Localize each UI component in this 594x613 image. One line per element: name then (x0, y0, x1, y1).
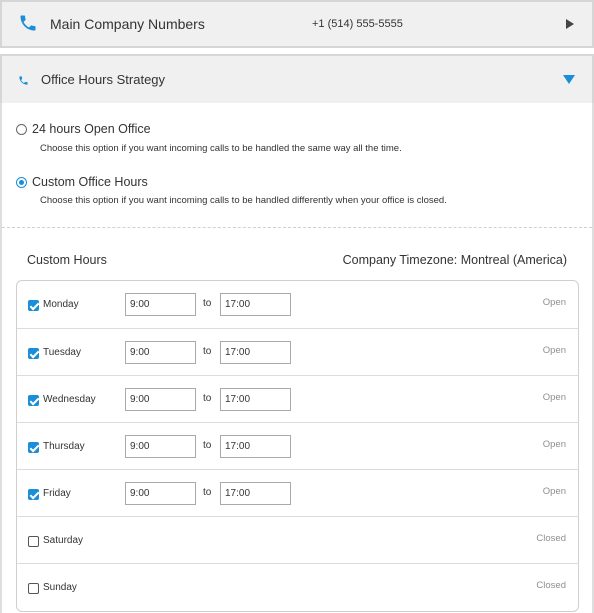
custom-hours-table: Monday to Open Tuesday to Open Wednesday… (16, 280, 579, 612)
day-row-sunday: Sunday Closed (17, 563, 578, 610)
arrow-down-icon[interactable] (563, 75, 575, 84)
monday-checkbox[interactable] (28, 300, 39, 311)
option-24-hours-label: 24 hours Open Office (32, 122, 151, 136)
to-label: to (203, 440, 212, 451)
monday-from-input[interactable] (125, 293, 196, 316)
main-company-number: +1 (514) 555-5555 (312, 18, 403, 30)
day-row-friday: Friday to Open (17, 469, 578, 516)
day-row-thursday: Thursday to Open (17, 422, 578, 469)
status-label: Closed (536, 533, 566, 544)
status-label: Open (542, 345, 566, 356)
saturday-checkbox[interactable] (28, 536, 39, 547)
custom-hours-title: Custom Hours (27, 253, 107, 267)
day-label: Wednesday (43, 394, 96, 405)
phone-icon (19, 76, 28, 85)
tuesday-from-input[interactable] (125, 341, 196, 364)
friday-checkbox[interactable] (28, 489, 39, 500)
status-label: Open (542, 439, 566, 450)
day-label: Friday (43, 488, 71, 499)
status-label: Open (542, 297, 566, 308)
friday-to-input[interactable] (220, 482, 291, 505)
to-label: to (203, 393, 212, 404)
thursday-to-input[interactable] (220, 435, 291, 458)
status-label: Closed (536, 580, 566, 591)
radio-24-hours[interactable] (16, 123, 27, 135)
thursday-checkbox[interactable] (28, 442, 39, 453)
friday-from-input[interactable] (125, 482, 196, 505)
tuesday-to-input[interactable] (220, 341, 291, 364)
option-24-hours-description: Choose this option if you want incoming … (40, 143, 402, 154)
day-row-saturday: Saturday Closed (17, 516, 578, 563)
day-label: Monday (43, 299, 79, 310)
main-company-numbers-title: Main Company Numbers (50, 16, 205, 32)
option-custom-hours-label: Custom Office Hours (32, 175, 148, 189)
day-row-tuesday: Tuesday to Open (17, 328, 578, 375)
main-company-numbers-header[interactable]: Main Company Numbers +1 (514) 555-5555 (0, 0, 594, 48)
phone-icon (20, 15, 36, 31)
status-label: Open (542, 486, 566, 497)
day-label: Saturday (43, 535, 84, 546)
to-label: to (203, 298, 212, 309)
option-24-hours[interactable]: 24 hours Open Office (16, 122, 151, 136)
company-timezone: Company Timezone: Montreal (America) (342, 253, 567, 267)
monday-to-input[interactable] (220, 293, 291, 316)
to-label: to (203, 487, 212, 498)
tuesday-checkbox[interactable] (28, 348, 39, 359)
wednesday-checkbox[interactable] (28, 395, 39, 406)
day-label: Sunday (43, 582, 77, 593)
sunday-checkbox[interactable] (28, 583, 39, 594)
day-row-monday: Monday to Open (17, 281, 578, 328)
thursday-from-input[interactable] (125, 435, 196, 458)
wednesday-from-input[interactable] (125, 388, 196, 411)
arrow-right-icon[interactable] (566, 19, 574, 29)
day-row-wednesday: Wednesday to Open (17, 375, 578, 422)
radio-custom-hours[interactable] (16, 176, 27, 188)
option-custom-hours-description: Choose this option if you want incoming … (40, 195, 447, 206)
day-label: Tuesday (43, 347, 81, 358)
office-hours-strategy-header[interactable]: Office Hours Strategy (0, 54, 594, 103)
option-custom-hours[interactable]: Custom Office Hours (16, 175, 148, 189)
day-label: Thursday (43, 441, 85, 452)
status-label: Open (542, 392, 566, 403)
office-hours-strategy-title: Office Hours Strategy (41, 72, 166, 87)
divider (2, 227, 592, 228)
wednesday-to-input[interactable] (220, 388, 291, 411)
to-label: to (203, 346, 212, 357)
